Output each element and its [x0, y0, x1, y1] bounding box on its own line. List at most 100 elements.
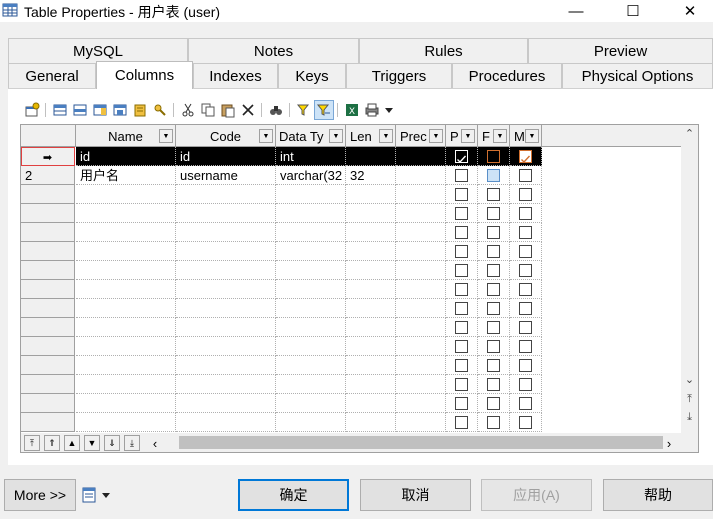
- column-header-mandatory[interactable]: M ▼: [510, 125, 542, 147]
- checkbox-m[interactable]: [519, 150, 532, 164]
- cell-prec[interactable]: [396, 261, 446, 280]
- cell-type[interactable]: [276, 223, 346, 242]
- cell-code[interactable]: username: [176, 166, 276, 185]
- cell-code[interactable]: [176, 185, 276, 204]
- cell-len[interactable]: [346, 147, 396, 166]
- checkbox-p[interactable]: [455, 245, 468, 258]
- tab-notes[interactable]: Notes: [188, 38, 359, 63]
- cell-prec[interactable]: [396, 242, 446, 261]
- row-header[interactable]: [21, 223, 75, 242]
- row-header[interactable]: [21, 280, 75, 299]
- cell-len[interactable]: [346, 261, 396, 280]
- cell-len[interactable]: [346, 223, 396, 242]
- cell-code[interactable]: [176, 413, 276, 432]
- cell-type[interactable]: [276, 375, 346, 394]
- row-header[interactable]: [21, 299, 75, 318]
- properties-icon[interactable]: [22, 100, 42, 120]
- move-top-icon[interactable]: ⤒: [24, 435, 40, 451]
- tab-procedures[interactable]: Procedures: [452, 63, 562, 88]
- checkbox-f[interactable]: [487, 169, 500, 182]
- row-header[interactable]: [21, 261, 75, 280]
- find-icon[interactable]: [266, 100, 286, 120]
- cell-len[interactable]: 32: [346, 166, 396, 185]
- checkbox-p[interactable]: [455, 378, 468, 391]
- table-row[interactable]: [21, 394, 681, 413]
- chevron-down-icon[interactable]: ▼: [159, 129, 173, 143]
- add-key-icon[interactable]: [130, 100, 150, 120]
- checkbox-p[interactable]: [455, 283, 468, 296]
- cell-type[interactable]: varchar(32: [276, 166, 346, 185]
- row-header[interactable]: [21, 413, 75, 432]
- row-header[interactable]: [21, 394, 75, 413]
- customize-columns-icon[interactable]: [314, 100, 334, 120]
- dropdown-arrow-icon[interactable]: [382, 100, 396, 120]
- column-header-foreign[interactable]: F ▼: [478, 125, 510, 147]
- help-button[interactable]: 帮助: [603, 479, 713, 511]
- table-row[interactable]: [21, 413, 681, 432]
- cell-name[interactable]: [76, 318, 176, 337]
- checkbox-p[interactable]: [455, 416, 468, 429]
- minimize-button[interactable]: —: [553, 0, 599, 22]
- table-row[interactable]: [21, 375, 681, 394]
- checkbox-m[interactable]: [519, 188, 532, 201]
- chevron-down-icon[interactable]: ▼: [259, 129, 273, 143]
- checkbox-p[interactable]: [455, 207, 468, 220]
- checkbox-m[interactable]: [519, 340, 532, 353]
- insert-row-icon[interactable]: [70, 100, 90, 120]
- scroll-up-icon[interactable]: ⌃: [681, 125, 698, 142]
- checkbox-f[interactable]: [487, 397, 500, 410]
- cell-code[interactable]: [176, 204, 276, 223]
- cell-prec[interactable]: [396, 394, 446, 413]
- tab-mysql[interactable]: MySQL: [8, 38, 188, 63]
- copy-icon[interactable]: [198, 100, 218, 120]
- cell-prec[interactable]: [396, 166, 446, 185]
- cell-name[interactable]: [76, 299, 176, 318]
- add-index-icon[interactable]: [110, 100, 130, 120]
- checkbox-p[interactable]: [455, 150, 468, 164]
- cell-prec[interactable]: [396, 337, 446, 356]
- cell-len[interactable]: [346, 280, 396, 299]
- checkbox-p[interactable]: [455, 226, 468, 239]
- cell-len[interactable]: [346, 356, 396, 375]
- cell-len[interactable]: [346, 394, 396, 413]
- table-row[interactable]: [21, 261, 681, 280]
- checkbox-f[interactable]: [487, 302, 500, 315]
- checkbox-p[interactable]: [455, 340, 468, 353]
- cell-code[interactable]: [176, 318, 276, 337]
- cell-prec[interactable]: [396, 223, 446, 242]
- cell-name[interactable]: [76, 204, 176, 223]
- checkbox-f[interactable]: [487, 378, 500, 391]
- checkbox-p[interactable]: [455, 188, 468, 201]
- key-search-icon[interactable]: [150, 100, 170, 120]
- cell-name[interactable]: [76, 394, 176, 413]
- table-row[interactable]: 2 用户名 username varchar(32 32: [21, 166, 681, 185]
- excel-export-icon[interactable]: X: [342, 100, 362, 120]
- cell-code[interactable]: [176, 299, 276, 318]
- table-row[interactable]: ➡ id id int: [21, 147, 681, 166]
- tab-triggers[interactable]: Triggers: [346, 63, 452, 88]
- move-page-down-icon[interactable]: ⇓: [104, 435, 120, 451]
- checkbox-f[interactable]: [487, 264, 500, 277]
- checkbox-f[interactable]: [487, 188, 500, 201]
- cell-prec[interactable]: [396, 204, 446, 223]
- cell-name[interactable]: id: [76, 147, 176, 166]
- checkbox-m[interactable]: [519, 226, 532, 239]
- add-row-icon[interactable]: [50, 100, 70, 120]
- table-row[interactable]: [21, 318, 681, 337]
- column-header-primary[interactable]: P ▼: [446, 125, 478, 147]
- checkbox-m[interactable]: [519, 169, 532, 182]
- scroll-right-icon[interactable]: ›: [661, 435, 677, 451]
- chevron-down-icon[interactable]: ▼: [493, 129, 507, 143]
- checkbox-p[interactable]: [455, 169, 468, 182]
- cell-len[interactable]: [346, 185, 396, 204]
- paste-icon[interactable]: [218, 100, 238, 120]
- add-column-icon[interactable]: [90, 100, 110, 120]
- tab-keys[interactable]: Keys: [278, 63, 346, 88]
- table-row[interactable]: [21, 185, 681, 204]
- checkbox-m[interactable]: [519, 302, 532, 315]
- cell-prec[interactable]: [396, 413, 446, 432]
- checkbox-m[interactable]: [519, 207, 532, 220]
- checkbox-f[interactable]: [487, 226, 500, 239]
- checkbox-m[interactable]: [519, 321, 532, 334]
- checkbox-f[interactable]: [487, 416, 500, 429]
